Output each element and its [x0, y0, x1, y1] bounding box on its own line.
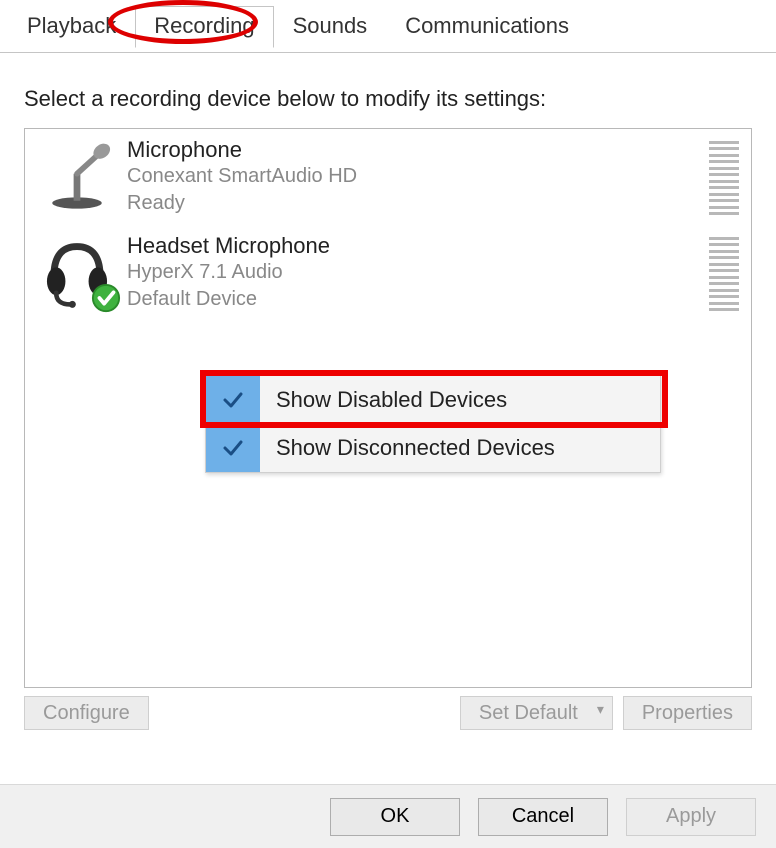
ok-button[interactable]: OK: [330, 798, 460, 836]
tab-strip: Playback Recording Sounds Communications: [8, 6, 776, 48]
cancel-button[interactable]: Cancel: [478, 798, 608, 836]
default-check-icon: [91, 283, 121, 313]
menu-label: Show Disabled Devices: [276, 387, 507, 413]
tab-communications[interactable]: Communications: [386, 6, 588, 48]
apply-button[interactable]: Apply: [626, 798, 756, 836]
checkmark-icon: [206, 376, 260, 424]
headset-icon: [35, 233, 119, 311]
tab-playback[interactable]: Playback: [8, 6, 135, 48]
device-info: Headset Microphone HyperX 7.1 Audio Defa…: [119, 233, 709, 313]
device-list[interactable]: Microphone Conexant SmartAudio HD Ready: [24, 128, 752, 688]
tab-sounds[interactable]: Sounds: [274, 6, 387, 48]
device-driver: Conexant SmartAudio HD: [127, 163, 709, 190]
device-name: Headset Microphone: [127, 233, 709, 259]
context-menu: Show Disabled Devices Show Disconnected …: [205, 375, 661, 473]
device-row-microphone[interactable]: Microphone Conexant SmartAudio HD Ready: [25, 129, 751, 225]
properties-button[interactable]: Properties: [623, 696, 752, 730]
device-name: Microphone: [127, 137, 709, 163]
level-meter-icon: [709, 141, 739, 215]
tab-content: Select a recording device below to modif…: [0, 48, 776, 688]
tab-recording[interactable]: Recording: [135, 6, 273, 48]
device-status: Ready: [127, 190, 709, 217]
set-default-button[interactable]: Set Default: [460, 696, 613, 730]
menu-label: Show Disconnected Devices: [276, 435, 555, 461]
checkmark-icon: [206, 424, 260, 472]
instruction-text: Select a recording device below to modif…: [24, 86, 752, 112]
menu-show-disconnected[interactable]: Show Disconnected Devices: [206, 424, 660, 472]
device-buttons-row: Configure Set Default Properties: [0, 688, 776, 730]
device-info: Microphone Conexant SmartAudio HD Ready: [119, 137, 709, 217]
device-row-headset[interactable]: Headset Microphone HyperX 7.1 Audio Defa…: [25, 225, 751, 321]
sound-settings-dialog: Playback Recording Sounds Communications…: [0, 6, 776, 848]
menu-show-disabled[interactable]: Show Disabled Devices: [206, 376, 660, 424]
level-meter-icon: [709, 237, 739, 311]
desk-mic-icon: [35, 137, 119, 215]
device-status: Default Device: [127, 286, 709, 313]
configure-button[interactable]: Configure: [24, 696, 149, 730]
device-driver: HyperX 7.1 Audio: [127, 259, 709, 286]
dialog-footer: OK Cancel Apply: [0, 784, 776, 848]
